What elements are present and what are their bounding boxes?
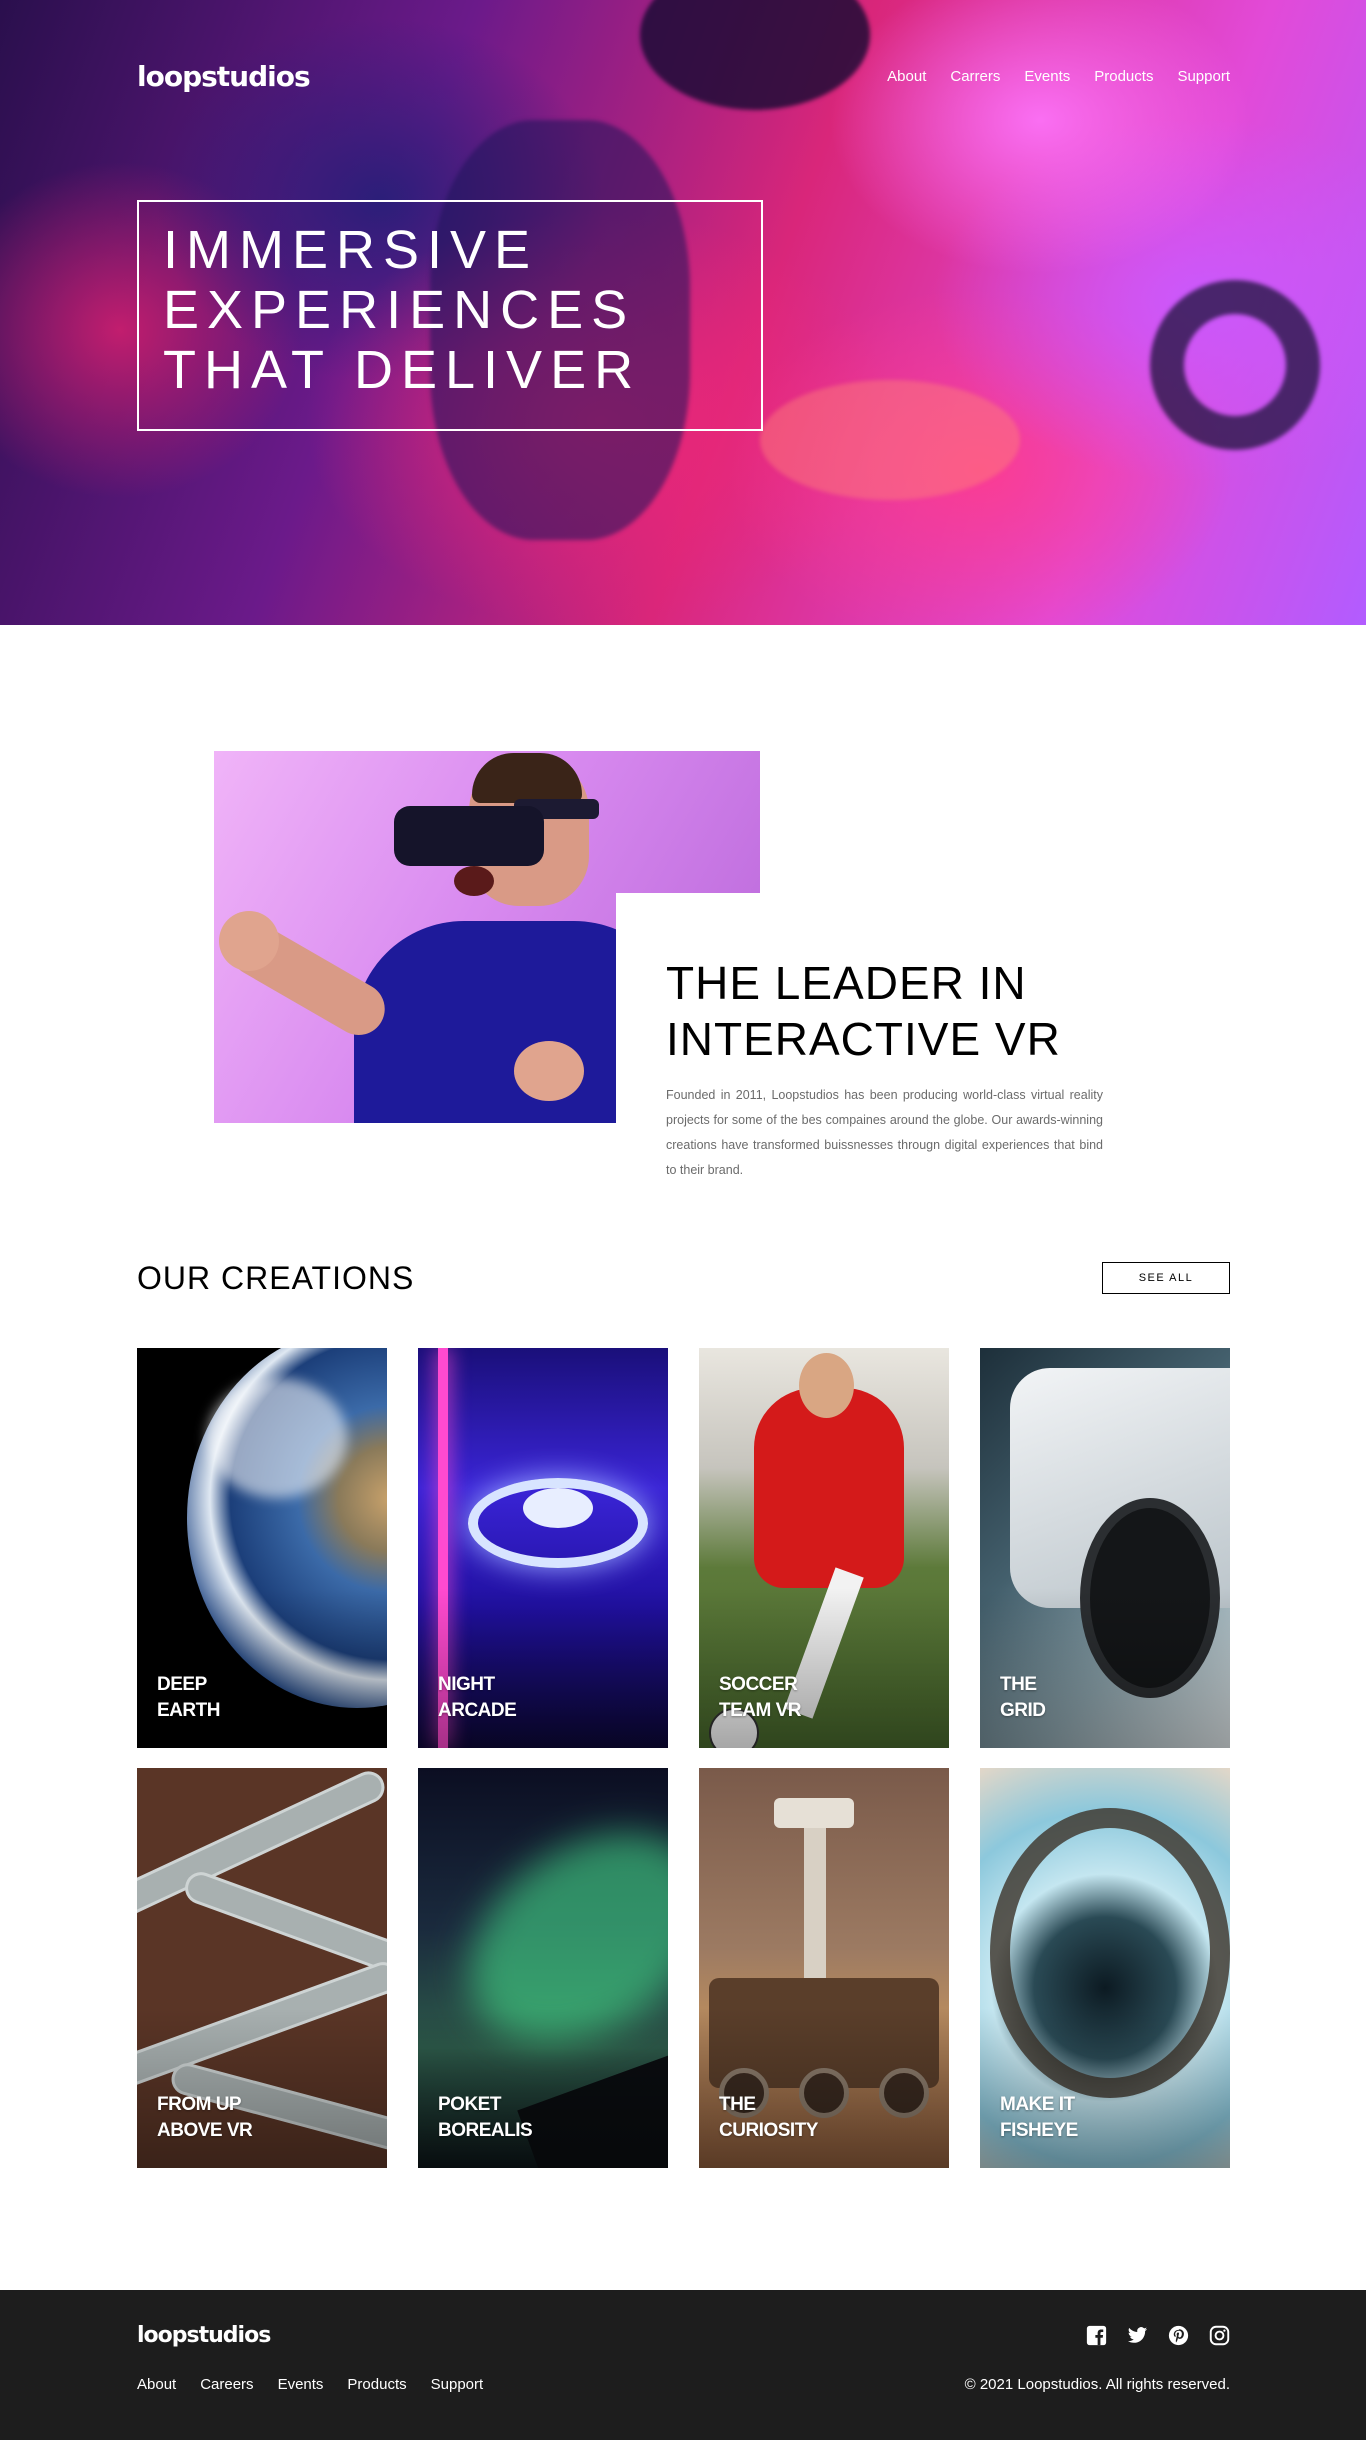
creation-card-label: Make it fisheye <box>1000 2092 1180 2144</box>
footer-link-events[interactable]: Events <box>278 2376 324 2393</box>
creation-card-label: From up above VR <box>157 2092 337 2144</box>
intro-title-line-1: The leader in <box>666 957 1027 1009</box>
footer-link-about[interactable]: About <box>137 2376 176 2393</box>
creation-card-label-line: Team VR <box>719 1700 802 1721</box>
see-all-button[interactable]: See all <box>1102 1262 1230 1294</box>
creation-card-label: Deep Earth <box>157 1672 337 1724</box>
intro-title: The leader in interactive VR <box>666 955 1102 1067</box>
creation-card-the-curiosity[interactable]: The curiosity <box>699 1768 949 2168</box>
creation-card-the-grid[interactable]: The Grid <box>980 1348 1230 1748</box>
hero-headline-box: Immersive experiences that deliver <box>137 200 763 431</box>
creation-card-label: Soccer Team VR <box>719 1672 899 1724</box>
nav-link-about[interactable]: About <box>887 68 926 85</box>
footer-social-icons <box>1086 2325 1230 2346</box>
creation-card-label-line: From up <box>157 2094 242 2115</box>
creation-card-from-up-above-vr[interactable]: From up above VR <box>137 1768 387 2168</box>
creation-card-label-line: Night <box>438 1674 495 1695</box>
nav-link-events[interactable]: Events <box>1024 68 1070 85</box>
creation-card-label-line: above VR <box>157 2120 253 2141</box>
creations-title: Our creations <box>137 1259 415 1296</box>
creation-card-label-line: fisheye <box>1000 2120 1078 2141</box>
hero-background-hands <box>760 380 1020 500</box>
intro-text-card: The leader in interactive VR Founded in … <box>616 893 1152 1195</box>
creation-card-label-line: Earth <box>157 1700 220 1721</box>
footer-links: About Careers Events Products Support <box>137 2376 483 2393</box>
creation-card-deep-earth[interactable]: Deep Earth <box>137 1348 387 1748</box>
creations-grid: Deep Earth Night Arcade Soccer Team VR <box>137 1348 1230 2168</box>
creations-header: Our creations See all <box>137 1258 1230 1298</box>
intro-paragraph: Founded in 2011, Loopstudios has been pr… <box>666 1088 1103 1177</box>
creation-card-label-line: The <box>1000 1674 1037 1695</box>
hero-section: loopstudios About Carrers Events Product… <box>0 0 1366 625</box>
creation-card-soccer-team-vr[interactable]: Soccer Team VR <box>699 1348 949 1748</box>
creation-card-label-line: Deep <box>157 1674 207 1695</box>
creation-card-night-arcade[interactable]: Night Arcade <box>418 1348 668 1748</box>
intro-section: The leader in interactive VR Founded in … <box>0 625 1366 1195</box>
creation-card-label-line: Soccer <box>719 1674 798 1695</box>
creation-card-label-line: Arcade <box>438 1700 517 1721</box>
intro-title-line-2: interactive VR <box>666 1013 1061 1065</box>
creation-card-poket-borealis[interactable]: Poket borealis <box>418 1768 668 2168</box>
main-nav: loopstudios About Carrers Events Product… <box>137 56 1230 96</box>
creation-card-label-line: borealis <box>438 2120 533 2141</box>
creation-card-label-line: Poket <box>438 2094 501 2115</box>
nav-links: About Carrers Events Products Support <box>887 68 1230 85</box>
pinterest-icon[interactable] <box>1168 2325 1189 2346</box>
footer-logo[interactable]: loopstudios <box>137 2323 271 2348</box>
page: loopstudios About Carrers Events Product… <box>0 0 1366 2440</box>
footer-link-products[interactable]: Products <box>347 2376 406 2393</box>
footer: loopstudios About Careers Events Product… <box>0 2290 1366 2440</box>
creation-card-label-line: curiosity <box>719 2120 818 2141</box>
creation-card-label: The Grid <box>1000 1672 1180 1724</box>
copyright-text: © 2021 Loopstudios. All rights reserved. <box>964 2376 1230 2393</box>
hero-background-steering-wheel <box>1150 280 1320 450</box>
creation-card-label-line: Grid <box>1000 1700 1046 1721</box>
instagram-icon[interactable] <box>1209 2325 1230 2346</box>
hero-headline-line-3: that deliver <box>163 340 642 400</box>
hero-headline-line-1: Immersive <box>163 220 539 280</box>
creations-section: Our creations See all Deep Earth Night A… <box>0 1258 1366 2324</box>
twitter-icon[interactable] <box>1127 2325 1148 2346</box>
creation-card-label-line: Make it <box>1000 2094 1075 2115</box>
nav-link-support[interactable]: Support <box>1177 68 1230 85</box>
facebook-icon[interactable] <box>1086 2325 1107 2346</box>
creation-card-make-it-fisheye[interactable]: Make it fisheye <box>980 1768 1230 2168</box>
creation-card-label: The curiosity <box>719 2092 899 2144</box>
footer-link-careers[interactable]: Careers <box>200 2376 253 2393</box>
hero-headline-line-2: experiences <box>163 280 636 340</box>
nav-link-products[interactable]: Products <box>1094 68 1153 85</box>
nav-link-careers[interactable]: Carrers <box>950 68 1000 85</box>
creation-card-label: Poket borealis <box>438 2092 618 2144</box>
footer-link-support[interactable]: Support <box>431 2376 484 2393</box>
logo[interactable]: loopstudios <box>137 60 311 93</box>
creation-card-label: Night Arcade <box>438 1672 618 1724</box>
creation-card-label-line: The <box>719 2094 756 2115</box>
